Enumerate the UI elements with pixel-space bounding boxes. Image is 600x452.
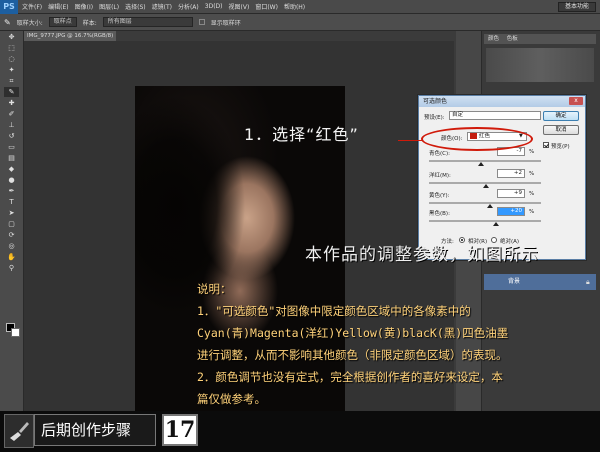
preview-checkbox[interactable] [543,142,549,148]
black-input[interactable]: +20 [497,207,525,216]
desc-line-4: 2．颜色调节也没有定式，完全根据创作者的喜好来设定，本 [197,370,503,384]
desc-line-1: 1．"可选颜色"对图像中限定颜色区域中的各像素中的 [197,304,471,318]
ring-label: 显示取样环 [210,19,241,27]
pen-tool-icon[interactable]: ✒ [4,186,19,196]
tab-swatches[interactable]: 色板 [507,36,518,42]
sample-label: 样本: [82,19,97,27]
yellow-slider-track[interactable] [429,202,541,204]
crop-tool-icon[interactable]: ⌗ [4,76,19,86]
brush-logo-icon [4,414,34,448]
cyan-slider-track[interactable] [429,160,541,162]
options-bar: ✎ 取样大小: 取样点 样本: 所有图层 显示取样环 [0,14,600,31]
sample-size-select[interactable]: 取样点 [48,17,77,27]
blur-tool-icon[interactable]: ◆ [4,164,19,174]
workspace-button[interactable]: 基本功能 [557,2,596,12]
move-tool-icon[interactable]: ✥ [4,32,19,42]
type-tool-icon[interactable]: T [4,197,19,207]
menu-layer[interactable]: 图层(L) [99,2,119,11]
footer-title: 后期创作步骤 [34,414,156,446]
path-select-icon[interactable]: ➤ [4,208,19,218]
black-label: 黑色(B): [429,211,450,217]
magenta-slider-thumb[interactable] [483,184,490,188]
yellow-label: 黄色(Y): [429,193,450,199]
brush-tool-icon[interactable]: ✐ [4,109,19,119]
magic-wand-icon[interactable]: ✦ [4,65,19,75]
black-percent: % [529,209,535,215]
step-number: 17 [162,414,198,446]
ok-button[interactable]: 确定 [543,111,579,121]
step-annotation: 1．选择“红色” [244,125,359,144]
3d-orbit-icon[interactable]: ◎ [4,241,19,251]
cyan-percent: % [529,149,535,155]
lasso-tool-icon[interactable]: ◌ [4,54,19,64]
sample-size-label: 取样大小: [16,19,43,27]
yellow-input[interactable]: +9 [497,189,525,198]
cyan-slider-thumb[interactable] [478,162,485,166]
desc-line-5: 篇仅做参考。 [197,392,266,406]
dialog-title: 可选颜色 [419,96,585,107]
eraser-tool-icon[interactable]: ▭ [4,142,19,152]
history-brush-icon[interactable]: ↺ [4,131,19,141]
menu-edit[interactable]: 编辑(E) [48,2,68,11]
preset-label: 预设(E): [424,115,445,121]
eyedropper-icon[interactable]: ✎ [4,18,11,27]
gradient-tool-icon[interactable]: ▤ [4,153,19,163]
clone-stamp-icon[interactable]: ⊥ [4,120,19,130]
3d-rotate-icon[interactable]: ⟳ [4,230,19,240]
black-slider-track[interactable] [429,220,541,222]
black-slider-thumb[interactable] [493,222,500,226]
background-color-swatch[interactable] [11,328,20,337]
marquee-tool-icon[interactable]: ⬚ [4,43,19,53]
healing-brush-icon[interactable]: ✚ [4,98,19,108]
document-tab[interactable]: IMG_9777.JPG @ 16.7%(RGB/8) * [24,31,116,49]
menu-file[interactable]: 文件(F) [22,2,42,11]
magenta-input[interactable]: +2 [497,169,525,178]
color-spectrum[interactable] [486,48,594,82]
selective-color-dialog: 可选颜色 x 预设(E): 自定 ☰ 颜色(O): 红色 ▼ 青色(C): -7… [418,95,586,260]
magenta-percent: % [529,171,535,177]
toolbox: ✥ ⬚ ◌ ✦ ⌗ ✎ ✚ ✐ ⊥ ↺ ▭ ▤ ◆ ● ✒ T ➤ ▢ ⟳ ◎ … [0,31,24,411]
menu-select[interactable]: 选择(S) [125,2,146,11]
menu-filter[interactable]: 滤镜(T) [152,2,172,11]
desc-heading: 说明： [197,282,232,296]
desc-line-2: Cyan(青)Magenta(洋红)Yellow(黄)blacK(黑)四色油墨 [197,326,509,340]
callout-ellipse [421,127,533,151]
dodge-tool-icon[interactable]: ● [4,175,19,185]
menu-image[interactable]: 图像(I) [75,2,93,11]
menu-3d[interactable]: 3D(D) [205,3,223,10]
dialog-close-button[interactable]: x [569,97,583,105]
eyedropper-tool-icon[interactable]: ✎ [4,87,19,97]
menu-window[interactable]: 窗口(W) [255,2,278,11]
color-panel-header[interactable]: 颜色 色板 [484,34,596,44]
cancel-button[interactable]: 取消 [543,125,579,135]
description-text: 说明： 1．"可选颜色"对图像中限定颜色区域中的各像素中的 Cyan(青)Mag… [197,278,597,410]
menu-help[interactable]: 帮助(H) [284,2,305,11]
preset-select[interactable]: 自定 [449,111,541,120]
shape-tool-icon[interactable]: ▢ [4,219,19,229]
zoom-tool-icon[interactable]: ⚲ [4,263,19,273]
magenta-label: 洋红(M): [429,173,451,179]
menu-analysis[interactable]: 分析(A) [178,2,199,11]
cyan-label: 青色(C): [429,151,450,157]
tab-color[interactable]: 颜色 [488,36,499,42]
photoshop-logo: PS [0,0,18,14]
ring-checkbox[interactable] [198,19,205,25]
desc-line-3: 进行调整，从而不影响其他颜色（非限定颜色区域）的表现。 [197,348,508,362]
hand-tool-icon[interactable]: ✋ [4,252,19,262]
menu-view[interactable]: 视图(V) [229,2,250,11]
yellow-slider-thumb[interactable] [487,204,494,208]
menu-bar: PS 文件(F) 编辑(E) 图像(I) 图层(L) 选择(S) 滤镜(T) 分… [0,0,600,14]
sample-select[interactable]: 所有图层 [102,17,193,27]
headline-caption: 本作品的调整参数，如图所示 [305,245,539,265]
yellow-percent: % [529,191,535,197]
preview-label: 预览(P) [551,144,570,150]
callout-line [398,140,422,141]
